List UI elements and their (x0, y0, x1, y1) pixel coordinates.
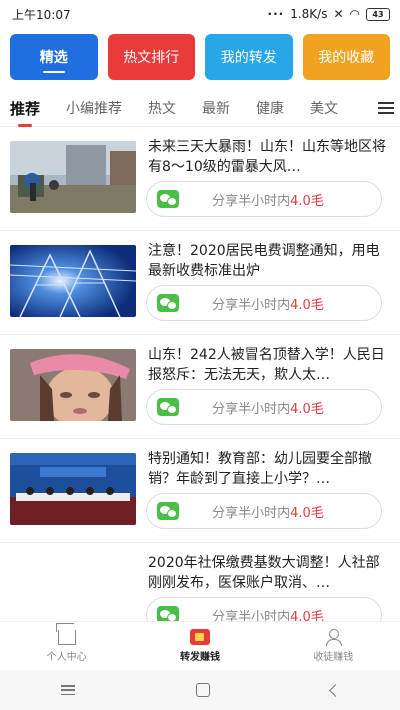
share-button[interactable]: 分享半小时内4.0毛 (146, 493, 382, 529)
nav-personal-center[interactable]: 个人中心 (0, 622, 133, 670)
share-button[interactable]: 分享半小时内4.0毛 (146, 389, 382, 425)
system-home-icon[interactable] (195, 683, 210, 697)
share-button[interactable]: 分享半小时内4.0毛 (146, 285, 382, 321)
menu-icon[interactable] (378, 102, 394, 114)
battery-icon: 43 (366, 7, 390, 21)
quick-button-label: 热文排行 (123, 50, 180, 66)
share-button[interactable]: 分享半小时内4.0毛 (146, 181, 382, 217)
article-title: 山东！242人被冒名顶替入学！人民日报怒斥：无法无天，欺人太… (148, 347, 385, 383)
status-time: 上午10:07 (12, 7, 71, 22)
article-title: 2020年社保缴费基数大调整！人社部刚刚发布，医保账户取消、… (148, 555, 380, 591)
reward-amount: 4.0毛 (290, 297, 324, 313)
nav-label: 转发赚钱 (179, 652, 220, 663)
net-speed: 1.8K/s (290, 7, 328, 21)
article-thumbnail (10, 349, 136, 421)
share-reward-text: 分享半小时内4.0毛 (212, 401, 324, 417)
quick-button-my-shares[interactable]: 我的转发 (205, 34, 293, 80)
nav-label: 个人中心 (46, 651, 87, 663)
active-underline (42, 71, 65, 73)
list-item[interactable]: 山东！242人被冒名顶替入学！人民日报怒斥：无法无天，欺人太… 分享半小时内4.… (0, 335, 400, 439)
article-thumbnail (10, 453, 136, 525)
article-title: 特别通知！教育部：幼儿园要全部撤销？年龄到了直接上小学？… (148, 451, 372, 487)
reward-amount: 4.0毛 (290, 505, 324, 521)
nav-recruit-earn[interactable]: 收徒赚钱 (267, 622, 400, 670)
share-reward-text: 分享半小时内4.0毛 (212, 297, 324, 313)
quick-button-label: 精选 (39, 50, 68, 66)
system-menu-icon[interactable] (60, 685, 75, 695)
article-thumbnail (10, 245, 136, 317)
notification-dots: ··· (267, 7, 285, 21)
quick-button-label: 我的收藏 (318, 50, 375, 66)
quick-buttons: 精选 热文排行 我的转发 我的收藏 (0, 28, 400, 80)
list-item[interactable]: 注意！2020居民电费调整通知，用电最新收费标准出炉 分享半小时内4.0毛 (0, 231, 400, 335)
category-tabs: 推荐 小编推荐 热文 最新 健康 美文 (0, 90, 400, 127)
person-icon (326, 629, 343, 646)
tab-health[interactable]: 健康 (256, 98, 284, 118)
list-item[interactable]: 特别通知！教育部：幼儿园要全部撤销？年龄到了直接上小学？… 分享半小时内4.0毛 (0, 439, 400, 543)
tab-recommend[interactable]: 推荐 (10, 98, 40, 119)
signal-icon: ✕ (333, 7, 344, 21)
quick-button-label: 我的转发 (220, 50, 277, 66)
wechat-icon (157, 502, 179, 520)
wechat-icon (157, 294, 179, 312)
bottom-nav: 个人中心 转发赚钱 收徒赚钱 (0, 621, 400, 670)
tab-hot[interactable]: 热文 (148, 98, 176, 118)
share-reward-text: 分享半小时内4.0毛 (212, 193, 324, 209)
list-item[interactable]: 未来三天大暴雨！山东！山东等地区将有8～10级的雷暴大风… 分享半小时内4.0毛 (0, 127, 400, 231)
tab-essays[interactable]: 美文 (310, 98, 338, 118)
article-title: 未来三天大暴雨！山东！山东等地区将有8～10级的雷暴大风… (148, 139, 386, 175)
home-icon (57, 629, 76, 645)
quick-button-my-favorites[interactable]: 我的收藏 (302, 34, 390, 80)
status-indicators: ··· 1.8K/s ✕ ◠ 43 (268, 7, 390, 21)
reward-amount: 4.0毛 (290, 401, 324, 417)
tab-editor-picks[interactable]: 小编推荐 (66, 98, 122, 118)
article-list: 未来三天大暴雨！山东！山东等地区将有8～10级的雷暴大风… 分享半小时内4.0毛… (0, 127, 400, 646)
nav-share-earn[interactable]: 转发赚钱 (133, 622, 266, 670)
article-thumbnail (10, 141, 136, 213)
tab-latest[interactable]: 最新 (202, 98, 230, 118)
wifi-icon: ◠ (349, 7, 360, 21)
reward-amount: 4.0毛 (290, 193, 324, 209)
share-reward-text: 分享半小时内4.0毛 (212, 505, 324, 521)
wechat-icon (157, 398, 179, 416)
system-back-icon[interactable] (328, 683, 342, 697)
quick-button-hot-ranking[interactable]: 热文排行 (107, 34, 195, 80)
system-nav-bar (0, 670, 400, 710)
nav-label: 收徒赚钱 (313, 652, 354, 663)
share-earn-icon (189, 629, 210, 645)
status-bar: 上午10:07 ··· 1.8K/s ✕ ◠ 43 (0, 0, 400, 28)
wechat-icon (157, 190, 179, 208)
article-title: 注意！2020居民电费调整通知，用电最新收费标准出炉 (148, 243, 380, 279)
quick-button-featured[interactable]: 精选 (10, 34, 98, 80)
